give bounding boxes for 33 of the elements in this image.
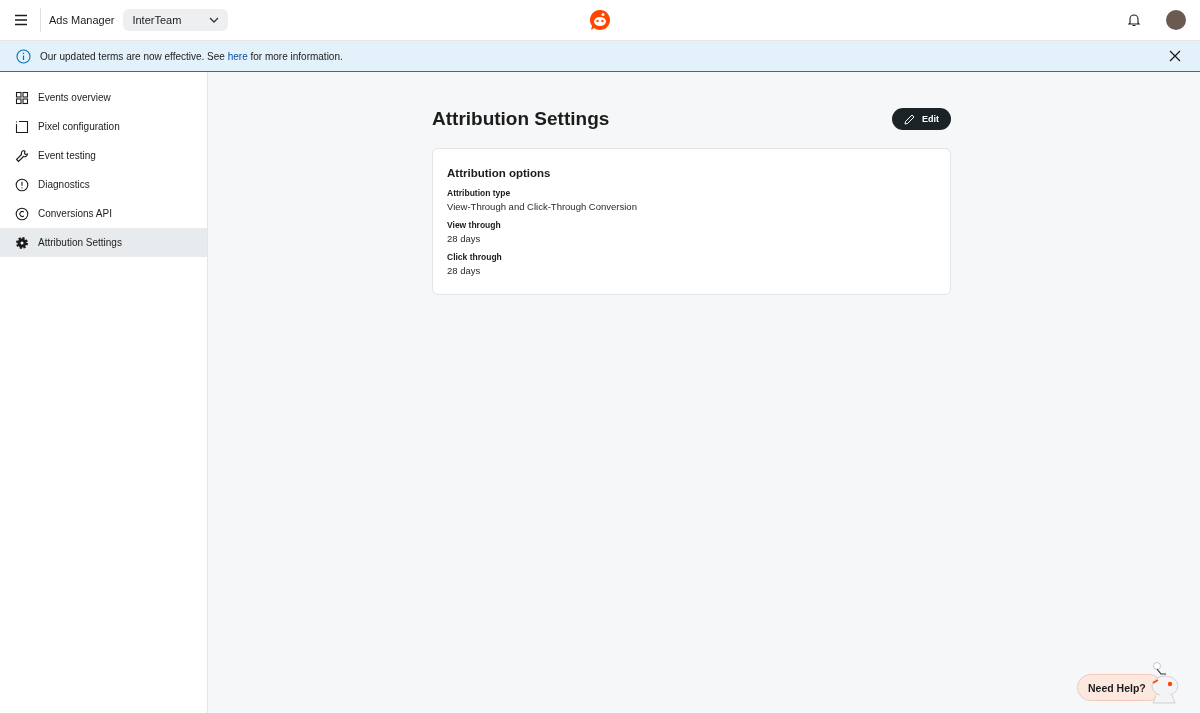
banner-message: Our updated terms are now effective. See here for more information. bbox=[40, 50, 344, 62]
frame-icon bbox=[15, 119, 29, 134]
field-label: Click through bbox=[447, 252, 503, 262]
alert-circle-icon bbox=[15, 177, 29, 192]
menu-icon[interactable] bbox=[14, 14, 28, 26]
wrench-icon bbox=[15, 148, 29, 163]
avatar[interactable] bbox=[1166, 10, 1186, 30]
field-label: View through bbox=[447, 220, 502, 230]
sidebar-item[interactable]: Attribution Settings bbox=[0, 228, 207, 257]
field-label: Attribution type bbox=[447, 188, 512, 198]
here-link[interactable]: here bbox=[227, 50, 248, 62]
c-circle-icon bbox=[15, 206, 29, 221]
close-icon[interactable] bbox=[1169, 50, 1181, 62]
sidebar-item[interactable]: Pixel configuration bbox=[0, 112, 207, 141]
alien-logo-icon[interactable] bbox=[589, 9, 611, 31]
pencil-icon bbox=[904, 113, 915, 125]
edit-button[interactable]: Edit bbox=[892, 108, 951, 130]
page-title: Attribution Settings bbox=[432, 108, 610, 130]
settings-icon bbox=[15, 235, 29, 250]
bell-icon[interactable] bbox=[1127, 13, 1141, 27]
account-dropdown[interactable]: InterTeam bbox=[123, 9, 229, 31]
sidebar-item[interactable]: Diagnostics bbox=[0, 170, 207, 199]
field-value: 28 days bbox=[447, 265, 482, 276]
info-icon bbox=[16, 48, 31, 64]
chevron-down-icon bbox=[209, 17, 220, 23]
card-title: Attribution options bbox=[447, 167, 552, 179]
sidebar-item[interactable]: Events overview bbox=[0, 83, 207, 112]
sidebar-item[interactable]: Conversions API bbox=[0, 199, 207, 228]
app-title: Ads Manager bbox=[49, 14, 115, 26]
grid-icon bbox=[15, 90, 29, 105]
field-value: View-Through and Click-Through Conversion bbox=[447, 201, 638, 212]
field-value: 28 days bbox=[447, 233, 482, 244]
sidebar-item[interactable]: Event testing bbox=[0, 141, 207, 170]
